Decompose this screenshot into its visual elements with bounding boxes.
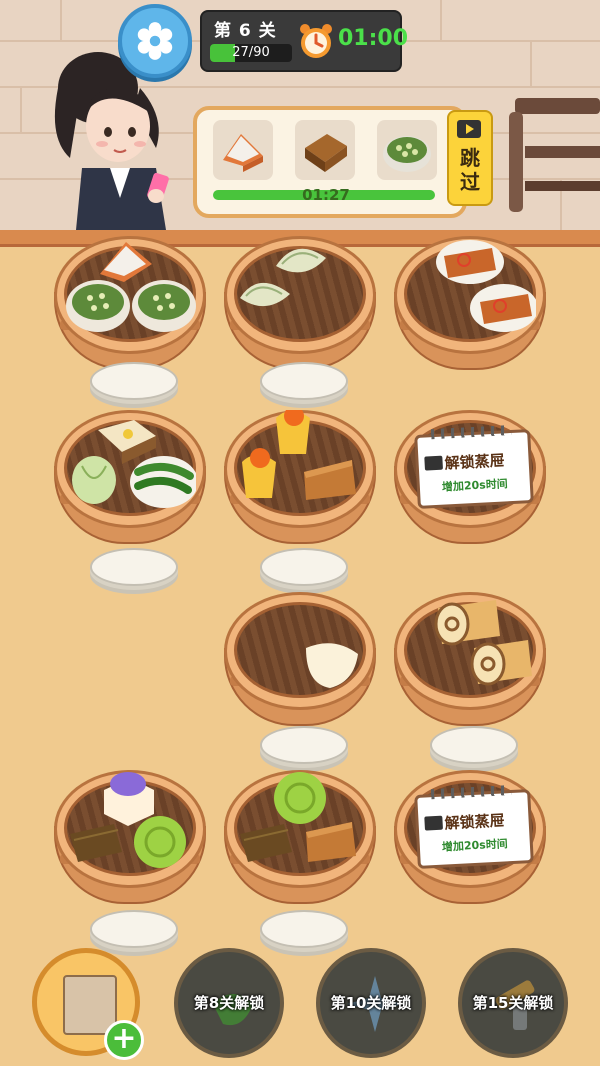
side-plate[interactable] xyxy=(90,362,178,400)
side-plate[interactable] xyxy=(90,910,178,948)
steamer-r4c1[interactable] xyxy=(54,770,206,920)
level-panel: 第 6 关 27/90 01:00 xyxy=(200,10,408,72)
video-icon xyxy=(424,815,443,831)
steamer-r4c2[interactable] xyxy=(224,770,376,920)
unlock-steamer-card[interactable]: 解锁蒸屉 增加20s时间 xyxy=(414,785,534,869)
unlock-steamer-card[interactable]: 解锁蒸屉 增加20s时间 xyxy=(414,425,534,509)
side-plate[interactable] xyxy=(260,910,348,948)
steamer-r2c2[interactable] xyxy=(224,410,376,560)
steamer-food xyxy=(306,643,358,688)
level-title: 第 6 关 xyxy=(214,21,277,41)
unlock-steamer-subtitle: 增加20s时间 xyxy=(441,477,509,494)
skip-label: 跳过 xyxy=(460,146,480,194)
steamer-food xyxy=(70,772,186,868)
steamer-food xyxy=(72,420,196,508)
order-item-jujube-cake xyxy=(295,120,355,180)
unlock-steamer-title: 解锁蒸屉 xyxy=(444,451,506,473)
order-item-cake-slice xyxy=(213,120,273,180)
order-panel: 01:27 xyxy=(193,106,467,218)
level-timer: 01:00 xyxy=(338,26,409,51)
skip-button[interactable]: 跳过 xyxy=(447,110,493,206)
green-soup-icon xyxy=(383,136,431,172)
order-item-green-soup xyxy=(377,120,437,180)
steamer-food xyxy=(436,240,536,332)
steamer-r3c3[interactable] xyxy=(394,592,546,742)
steamer-food xyxy=(66,242,196,332)
steamer-food xyxy=(240,772,356,862)
steamer-r3c2[interactable] xyxy=(224,592,376,742)
unlock-steamer-subtitle: 增加20s时间 xyxy=(441,837,509,854)
locked-tool-label: 第8关解锁 xyxy=(193,994,265,1012)
steamer-food xyxy=(434,600,532,686)
video-icon xyxy=(457,120,481,138)
side-plate[interactable] xyxy=(260,726,348,764)
order-timer: 01:27 xyxy=(302,186,350,204)
level-progress-bar: 27/90 xyxy=(210,44,292,62)
steamer-r2c1[interactable] xyxy=(54,410,206,560)
locked-tool-1[interactable]: 第8关解锁 xyxy=(174,948,284,1058)
cake-slice-icon xyxy=(223,134,263,172)
unlock-steamer-title: 解锁蒸屉 xyxy=(444,811,506,833)
level-progress-text: 27/90 xyxy=(232,45,270,60)
side-plate[interactable] xyxy=(260,548,348,586)
steamer-food xyxy=(240,248,326,307)
side-plate[interactable] xyxy=(260,362,348,400)
bench-decor xyxy=(509,98,600,212)
steamer-r2c3-locked[interactable]: 解锁蒸屉 增加20s时间 xyxy=(394,410,546,560)
video-icon xyxy=(424,455,443,471)
alarm-clock-icon xyxy=(300,24,332,58)
locked-tool-label: 第15关解锁 xyxy=(472,994,554,1012)
steamer-r1c3[interactable] xyxy=(394,236,546,386)
side-plate[interactable] xyxy=(430,726,518,764)
locked-tool-3[interactable]: 第15关解锁 xyxy=(458,948,568,1058)
gear-icon xyxy=(137,22,173,60)
steamer-food xyxy=(242,410,356,500)
steamer-r4c3-locked[interactable]: 解锁蒸屉 增加20s时间 xyxy=(394,770,546,920)
locked-tool-2[interactable]: 第10关解锁 xyxy=(316,948,426,1058)
settings-button[interactable] xyxy=(118,4,192,78)
jujube-cake-icon xyxy=(305,134,347,172)
locked-tool-label: 第10关解锁 xyxy=(330,994,412,1012)
plus-icon[interactable]: + xyxy=(104,1020,144,1060)
side-plate[interactable] xyxy=(90,548,178,586)
